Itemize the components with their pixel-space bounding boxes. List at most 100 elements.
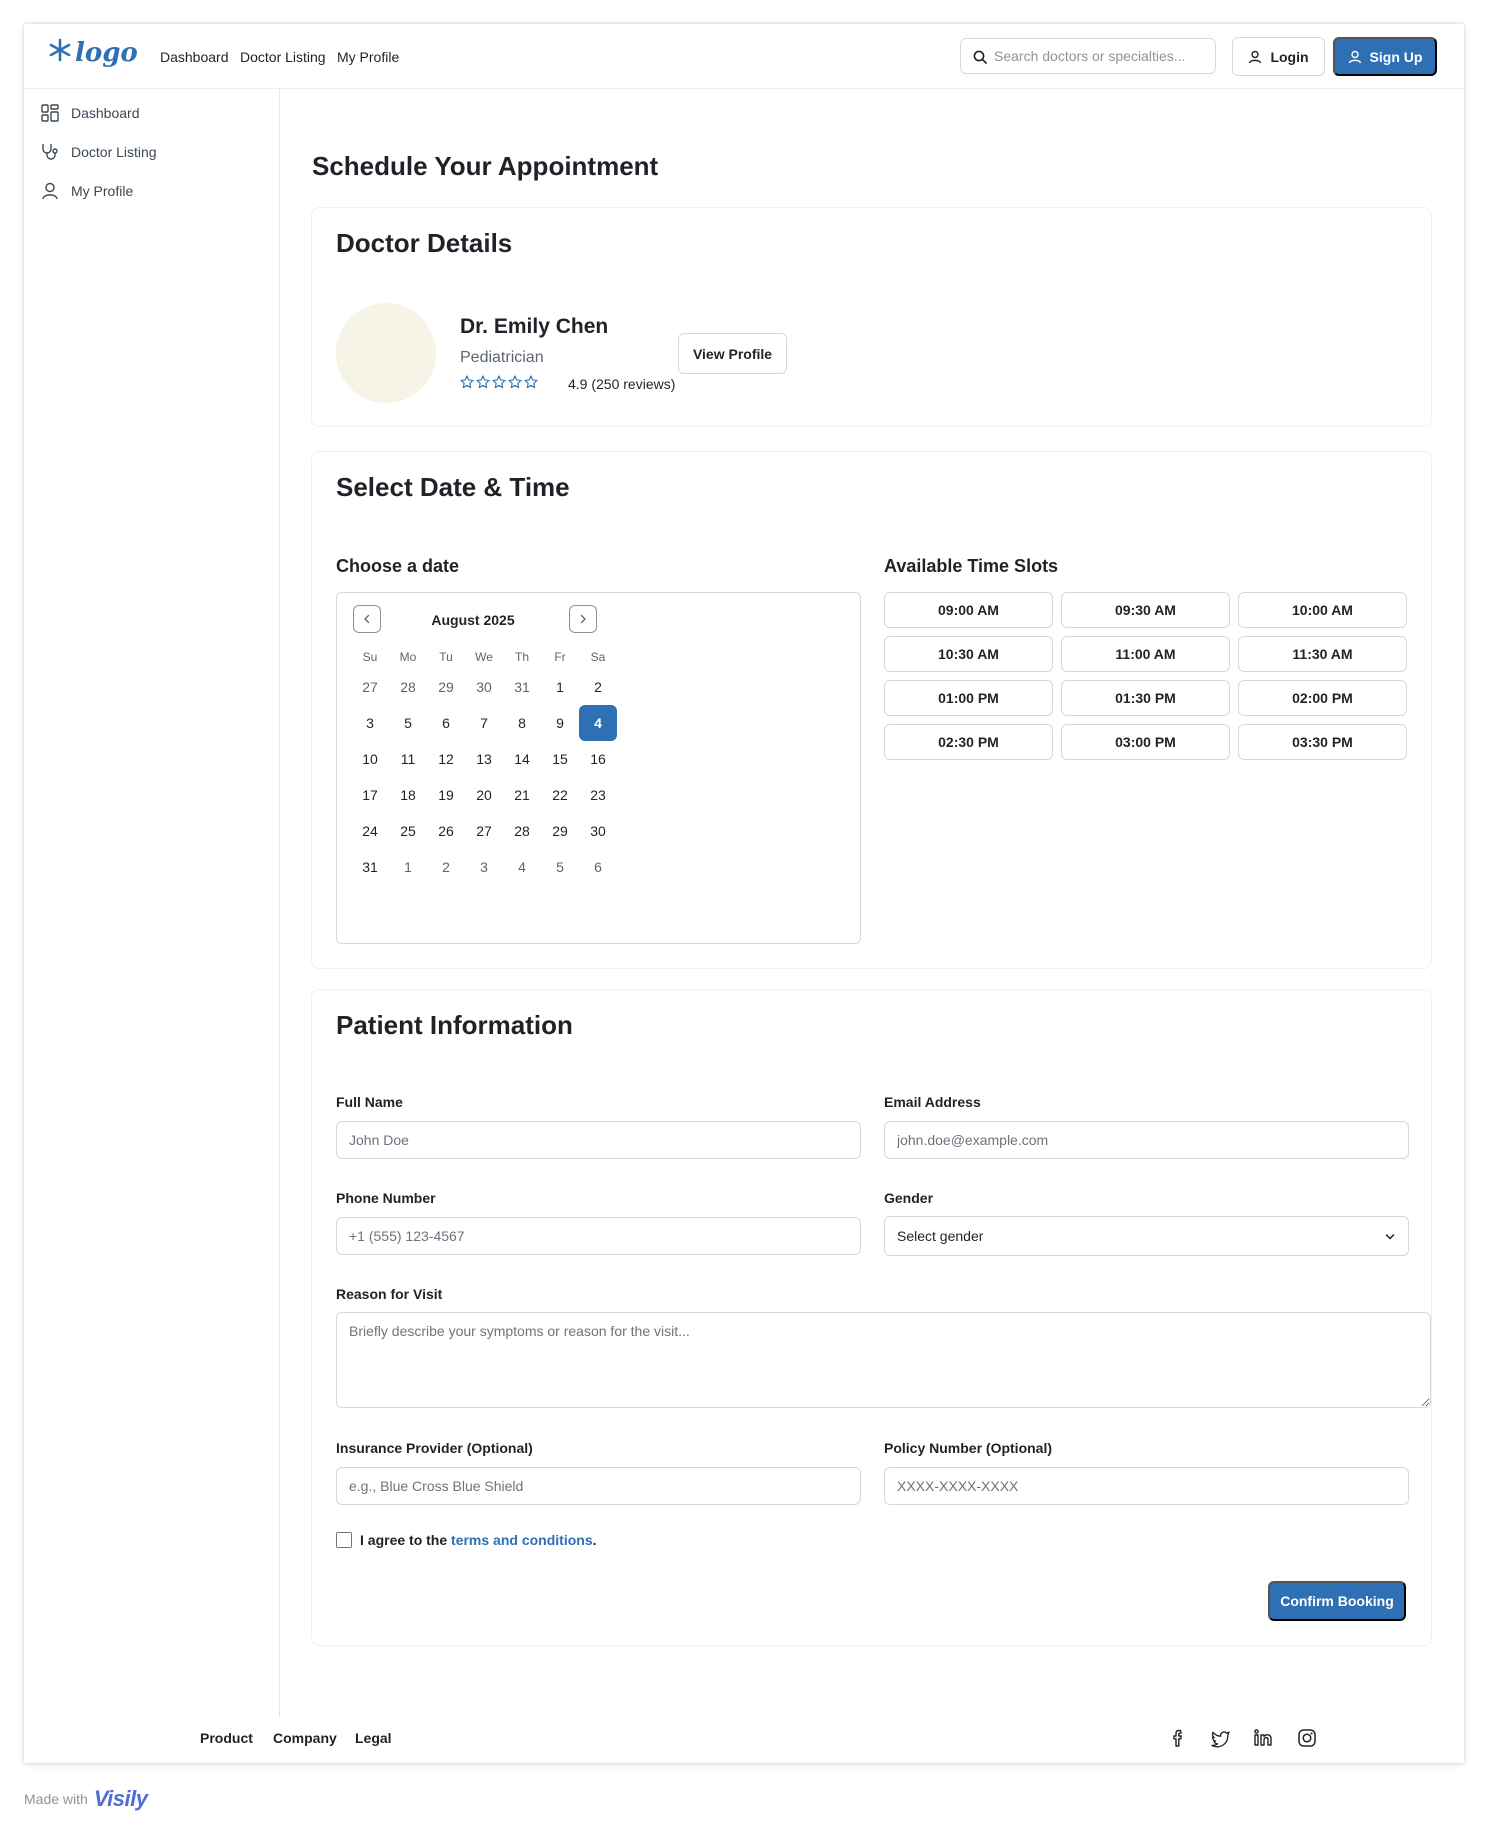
- reason-field[interactable]: [336, 1312, 1431, 1408]
- linkedin-icon[interactable]: [1252, 1727, 1274, 1749]
- time-slot-button[interactable]: 10:00 AM: [1238, 592, 1407, 628]
- footer-link-company[interactable]: Company: [273, 1730, 337, 1746]
- login-button[interactable]: Login: [1232, 37, 1325, 76]
- nav-doctor-listing[interactable]: Doctor Listing: [240, 49, 326, 65]
- email-field[interactable]: [884, 1121, 1409, 1159]
- calendar-day[interactable]: 6: [579, 849, 617, 885]
- calendar-day[interactable]: 5: [541, 849, 579, 885]
- search-input[interactable]: [994, 39, 1209, 73]
- weekday-label: We: [475, 650, 493, 664]
- calendar-day[interactable]: 13: [465, 741, 503, 777]
- footer-link-legal[interactable]: Legal: [355, 1730, 392, 1746]
- instagram-icon[interactable]: [1296, 1727, 1318, 1749]
- time-slot-button[interactable]: 01:30 PM: [1061, 680, 1230, 716]
- calendar: August 2025 Su Mo Tu We Th Fr Sa 27 28 2…: [336, 592, 861, 944]
- calendar-day[interactable]: 26: [427, 813, 465, 849]
- terms-checkbox[interactable]: [336, 1532, 352, 1548]
- time-slot-button[interactable]: 09:30 AM: [1061, 592, 1230, 628]
- calendar-day[interactable]: 20: [465, 777, 503, 813]
- gender-select-value: Select gender: [897, 1228, 984, 1244]
- calendar-day[interactable]: 6: [427, 705, 465, 741]
- sidebar-item-label: Doctor Listing: [71, 144, 157, 160]
- facebook-icon[interactable]: [1167, 1727, 1189, 1749]
- stethoscope-icon: [42, 143, 58, 160]
- calendar-day[interactable]: 29: [427, 669, 465, 705]
- calendar-day[interactable]: 5: [389, 705, 427, 741]
- calendar-day[interactable]: 3: [351, 705, 389, 741]
- sidebar-item-doctor-listing[interactable]: Doctor Listing: [41, 140, 157, 164]
- weekday-label: Tu: [439, 650, 453, 664]
- calendar-day[interactable]: 8: [503, 705, 541, 741]
- patient-info-card: Patient Information Full Name Email Addr…: [311, 989, 1432, 1646]
- calendar-day[interactable]: 28: [503, 813, 541, 849]
- calendar-day[interactable]: 24: [351, 813, 389, 849]
- terms-link[interactable]: terms and conditions: [451, 1532, 593, 1548]
- calendar-day[interactable]: 19: [427, 777, 465, 813]
- star-icon: [492, 375, 506, 389]
- calendar-day[interactable]: 12: [427, 741, 465, 777]
- calendar-day[interactable]: 15: [541, 741, 579, 777]
- calendar-day[interactable]: 22: [541, 777, 579, 813]
- calendar-day[interactable]: 28: [389, 669, 427, 705]
- calendar-day[interactable]: 11: [389, 741, 427, 777]
- time-slot-button[interactable]: 03:30 PM: [1238, 724, 1407, 760]
- time-slot-button[interactable]: 03:00 PM: [1061, 724, 1230, 760]
- calendar-day[interactable]: 30: [465, 669, 503, 705]
- sidebar-item-label: My Profile: [71, 183, 134, 199]
- time-slot-button[interactable]: 02:30 PM: [884, 724, 1053, 760]
- phone-field[interactable]: [336, 1217, 861, 1255]
- time-slot-button[interactable]: 02:00 PM: [1238, 680, 1407, 716]
- calendar-day[interactable]: 23: [579, 777, 617, 813]
- prev-month-button[interactable]: [353, 605, 381, 633]
- calendar-day[interactable]: 1: [389, 849, 427, 885]
- calendar-day[interactable]: 30: [579, 813, 617, 849]
- login-label: Login: [1270, 48, 1309, 65]
- full-name-field[interactable]: [336, 1121, 861, 1159]
- reason-label: Reason for Visit: [336, 1286, 443, 1302]
- policy-field[interactable]: [884, 1467, 1409, 1505]
- calendar-day[interactable]: 4: [503, 849, 541, 885]
- gender-select[interactable]: Select gender: [884, 1216, 1409, 1256]
- time-slot-button[interactable]: 11:30 AM: [1238, 636, 1407, 672]
- time-slot-button[interactable]: 01:00 PM: [884, 680, 1053, 716]
- calendar-day[interactable]: 29: [541, 813, 579, 849]
- twitter-icon[interactable]: [1209, 1727, 1231, 1749]
- time-slot-grid: 09:00 AM 09:30 AM 10:00 AM 10:30 AM 11:0…: [884, 592, 1407, 760]
- insurance-field[interactable]: [336, 1467, 861, 1505]
- calendar-day[interactable]: 17: [351, 777, 389, 813]
- calendar-day[interactable]: 18: [389, 777, 427, 813]
- calendar-day[interactable]: 1: [541, 669, 579, 705]
- calendar-day[interactable]: 3: [465, 849, 503, 885]
- view-profile-button[interactable]: View Profile: [678, 333, 787, 374]
- time-slot-button[interactable]: 10:30 AM: [884, 636, 1053, 672]
- sidebar-item-my-profile[interactable]: My Profile: [41, 179, 133, 203]
- signup-button[interactable]: Sign Up: [1333, 37, 1437, 76]
- phone-label: Phone Number: [336, 1190, 436, 1206]
- calendar-day-selected[interactable]: 4: [579, 705, 617, 741]
- calendar-day[interactable]: 27: [351, 669, 389, 705]
- calendar-day[interactable]: 25: [389, 813, 427, 849]
- calendar-day[interactable]: 31: [503, 669, 541, 705]
- calendar-day[interactable]: 2: [579, 669, 617, 705]
- made-with-badge[interactable]: Made with Visily: [24, 1786, 148, 1812]
- next-month-button[interactable]: [569, 605, 597, 633]
- nav-my-profile[interactable]: My Profile: [337, 49, 399, 65]
- calendar-day[interactable]: 16: [579, 741, 617, 777]
- rating-text: 4.9 (250 reviews): [568, 376, 676, 392]
- footer-link-product[interactable]: Product: [200, 1730, 253, 1746]
- calendar-day[interactable]: 27: [465, 813, 503, 849]
- calendar-day[interactable]: 14: [503, 741, 541, 777]
- calendar-day[interactable]: 21: [503, 777, 541, 813]
- nav-dashboard[interactable]: Dashboard: [160, 49, 229, 65]
- calendar-day[interactable]: 7: [465, 705, 503, 741]
- calendar-day[interactable]: 10: [351, 741, 389, 777]
- calendar-day[interactable]: 9: [541, 705, 579, 741]
- chevron-left-icon: [364, 614, 370, 624]
- logo[interactable]: logo: [48, 36, 138, 76]
- calendar-day[interactable]: 2: [427, 849, 465, 885]
- sidebar-item-dashboard[interactable]: Dashboard: [41, 101, 140, 125]
- confirm-booking-button[interactable]: Confirm Booking: [1268, 1581, 1406, 1621]
- time-slot-button[interactable]: 11:00 AM: [1061, 636, 1230, 672]
- time-slot-button[interactable]: 09:00 AM: [884, 592, 1053, 628]
- calendar-day[interactable]: 31: [351, 849, 389, 885]
